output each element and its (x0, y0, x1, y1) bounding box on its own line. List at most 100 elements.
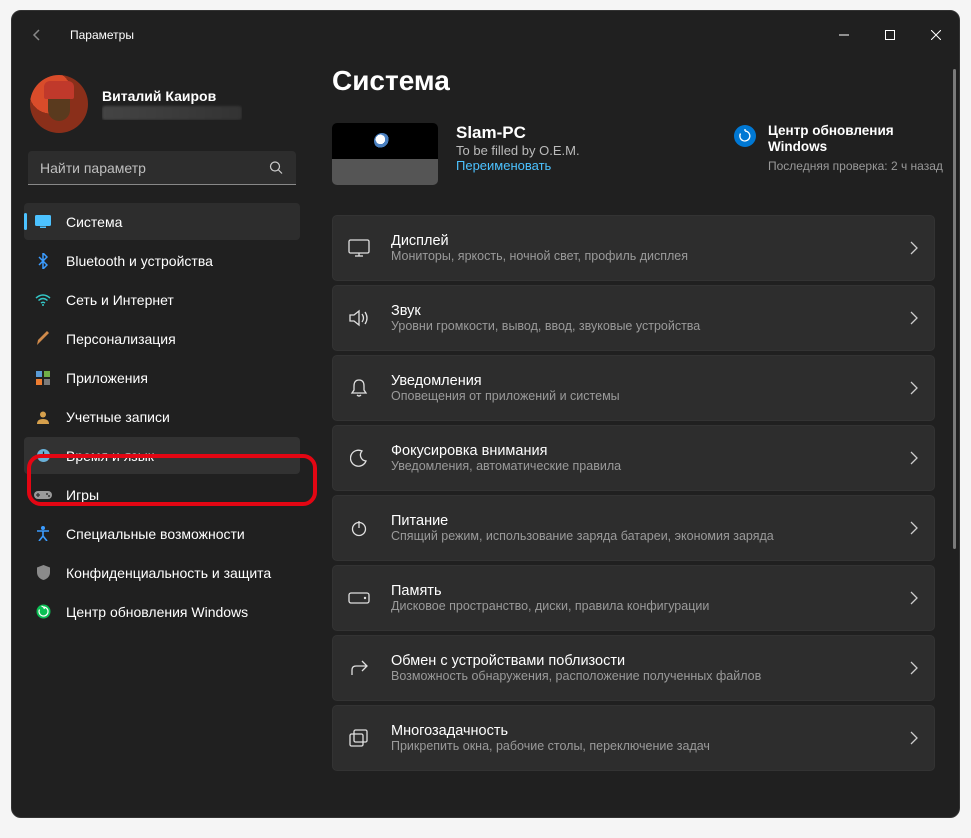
search-icon (269, 161, 284, 176)
sound-icon (347, 306, 371, 330)
setting-sub: Уровни громкости, вывод, ввод, звуковые … (391, 319, 910, 333)
titlebar: Параметры (12, 11, 959, 59)
setting-title: Многозадачность (391, 723, 910, 739)
setting-sub: Дисковое пространство, диски, правила ко… (391, 599, 910, 613)
sidebar-item-label: Конфиденциальность и защита (66, 565, 271, 581)
update-title: Центр обновления Windows (768, 123, 949, 155)
bell-icon (347, 376, 371, 400)
brush-icon (34, 330, 52, 348)
sidebar-item-label: Игры (66, 487, 99, 503)
sidebar-item-privacy[interactable]: Конфиденциальность и защита (24, 554, 300, 591)
chevron-right-icon (910, 451, 918, 465)
sidebar-item-time[interactable]: Время и язык (24, 437, 300, 474)
setting-title: Питание (391, 513, 910, 529)
sidebar-item-update[interactable]: Центр обновления Windows (24, 593, 300, 630)
settings-list: Дисплей Мониторы, яркость, ночной свет, … (332, 215, 959, 771)
sidebar-item-personalization[interactable]: Персонализация (24, 320, 300, 357)
setting-sub: Спящий режим, использование заряда батар… (391, 529, 910, 543)
rename-link[interactable]: Переименовать (456, 158, 580, 173)
accessibility-icon (34, 525, 52, 543)
chevron-right-icon (910, 591, 918, 605)
setting-notifications[interactable]: Уведомления Оповещения от приложений и с… (332, 355, 935, 421)
search-box[interactable] (28, 151, 296, 185)
sidebar-item-network[interactable]: Сеть и Интернет (24, 281, 300, 318)
chevron-right-icon (910, 381, 918, 395)
sidebar-item-label: Система (66, 214, 122, 230)
refresh-icon (34, 603, 52, 621)
sidebar-item-gaming[interactable]: Игры (24, 476, 300, 513)
clock-icon (34, 447, 52, 465)
nav-list: Система Bluetooth и устройства Сеть и Инте… (16, 201, 308, 634)
setting-title: Фокусировка внимания (391, 443, 910, 459)
setting-storage[interactable]: Память Дисковое пространство, диски, пра… (332, 565, 935, 631)
gamepad-icon (34, 486, 52, 504)
pc-name: Slam-PC (456, 123, 580, 143)
setting-share[interactable]: Обмен с устройствами поблизости Возможно… (332, 635, 935, 701)
setting-title: Память (391, 583, 910, 599)
window-controls (821, 11, 959, 59)
apps-icon (34, 369, 52, 387)
monitor-icon (34, 213, 52, 231)
setting-sub: Уведомления, автоматические правила (391, 459, 910, 473)
drive-icon (347, 586, 371, 610)
wallpaper-preview (332, 123, 438, 185)
profile[interactable]: Виталий Каиров (16, 65, 308, 151)
settings-window: Параметры Виталий Каиров (11, 10, 960, 818)
pc-model: To be filled by O.E.M. (456, 143, 580, 158)
profile-name: Виталий Каиров (102, 88, 242, 104)
minimize-button[interactable] (821, 11, 867, 59)
setting-sub: Мониторы, яркость, ночной свет, профиль … (391, 249, 910, 263)
sidebar-item-label: Приложения (66, 370, 148, 386)
windows-update-card[interactable]: Центр обновления Windows Последняя прове… (734, 123, 959, 173)
setting-sub: Оповещения от приложений и системы (391, 389, 910, 403)
scrollbar-thumb[interactable] (953, 69, 956, 549)
scrollbar[interactable] (953, 69, 956, 807)
setting-focus[interactable]: Фокусировка внимания Уведомления, автома… (332, 425, 935, 491)
pc-card[interactable]: Slam-PC To be filled by O.E.M. Переимено… (332, 123, 704, 185)
window-title: Параметры (70, 28, 134, 42)
chevron-right-icon (910, 311, 918, 325)
shield-icon (34, 564, 52, 582)
maximize-button[interactable] (867, 11, 913, 59)
chevron-right-icon (910, 521, 918, 535)
page-title: Система (332, 65, 959, 97)
share-icon (347, 656, 371, 680)
setting-title: Дисплей (391, 233, 910, 249)
sidebar-item-accessibility[interactable]: Специальные возможности (24, 515, 300, 552)
bluetooth-icon (34, 252, 52, 270)
setting-sub: Возможность обнаружения, расположение по… (391, 669, 910, 683)
power-icon (347, 516, 371, 540)
search-input[interactable] (28, 151, 296, 185)
refresh-icon (734, 125, 756, 147)
main-content: Система Slam-PC To be filled by O.E.M. П… (312, 59, 959, 817)
setting-power[interactable]: Питание Спящий режим, использование заря… (332, 495, 935, 561)
sidebar-item-label: Центр обновления Windows (66, 604, 248, 620)
setting-title: Уведомления (391, 373, 910, 389)
close-button[interactable] (913, 11, 959, 59)
sidebar-item-bluetooth[interactable]: Bluetooth и устройства (24, 242, 300, 279)
chevron-right-icon (910, 661, 918, 675)
sidebar-item-label: Учетные записи (66, 409, 170, 425)
update-sub: Последняя проверка: 2 ч назад (768, 159, 949, 173)
sidebar-item-label: Сеть и Интернет (66, 292, 174, 308)
back-button[interactable] (22, 20, 52, 50)
multitask-icon (347, 726, 371, 750)
sidebar-item-accounts[interactable]: Учетные записи (24, 398, 300, 435)
profile-email-blurred (102, 106, 242, 120)
chevron-right-icon (910, 731, 918, 745)
sidebar-item-apps[interactable]: Приложения (24, 359, 300, 396)
sidebar-item-label: Время и язык (66, 448, 154, 464)
moon-icon (347, 446, 371, 470)
setting-multitasking[interactable]: Многозадачность Прикрепить окна, рабочие… (332, 705, 935, 771)
setting-display[interactable]: Дисплей Мониторы, яркость, ночной свет, … (332, 215, 935, 281)
sidebar-item-label: Bluetooth и устройства (66, 253, 213, 269)
setting-sound[interactable]: Звук Уровни громкости, вывод, ввод, звук… (332, 285, 935, 351)
sidebar-item-label: Специальные возможности (66, 526, 245, 542)
sidebar: Виталий Каиров Система Bluetooth и устрой… (12, 59, 312, 817)
avatar (30, 75, 88, 133)
user-icon (34, 408, 52, 426)
display-icon (347, 236, 371, 260)
wifi-icon (34, 291, 52, 309)
chevron-right-icon (910, 241, 918, 255)
sidebar-item-system[interactable]: Система (24, 203, 300, 240)
